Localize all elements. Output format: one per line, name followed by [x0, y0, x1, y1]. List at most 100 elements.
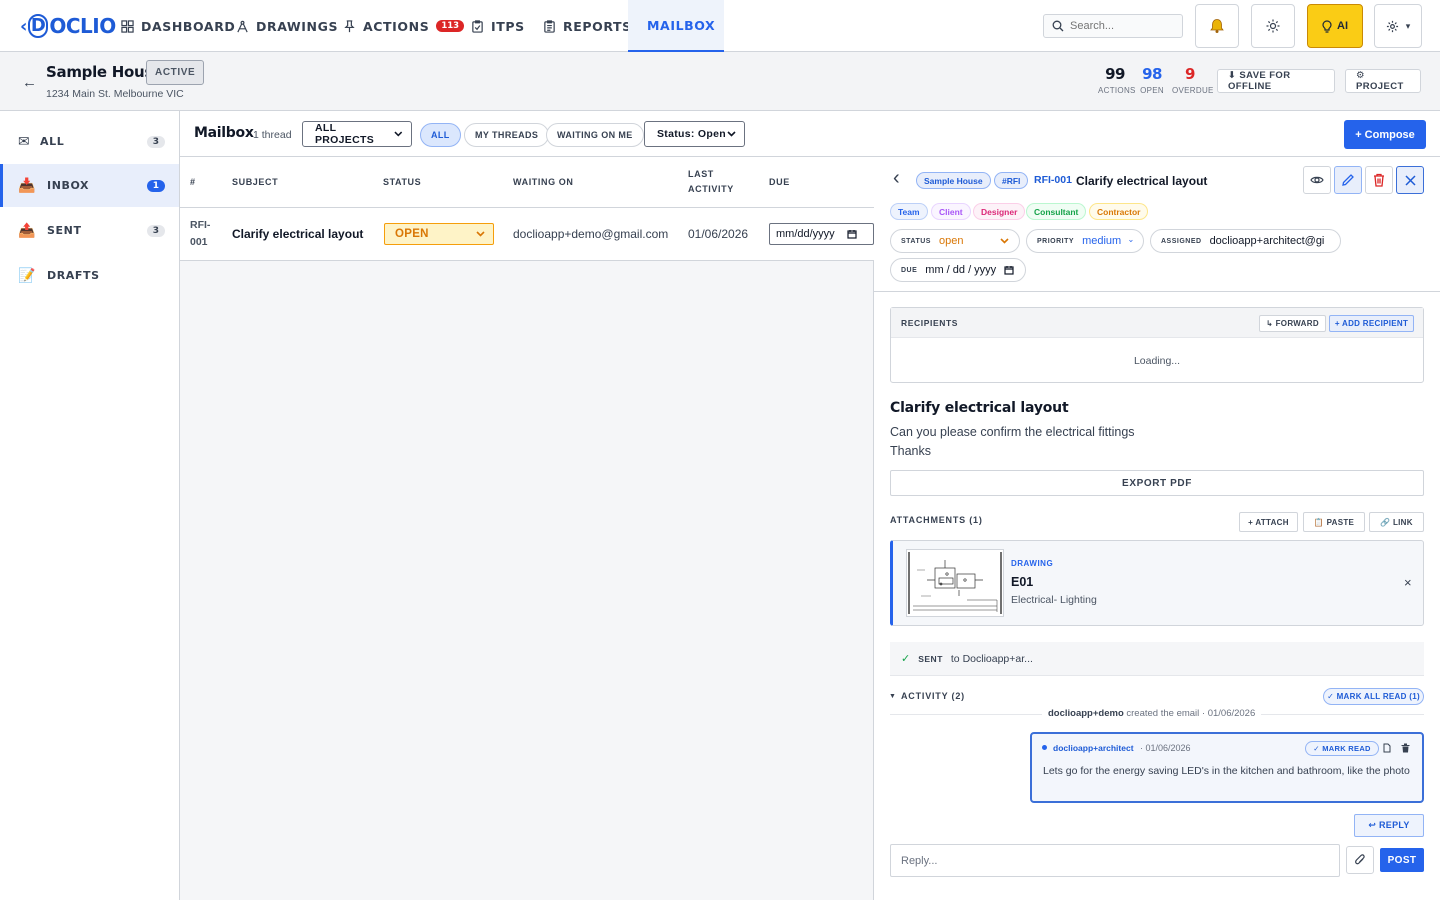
mark-all-read-button[interactable]: ✓ MARK ALL READ (1)	[1323, 688, 1424, 705]
due-field[interactable]: DUE mm / dd / yyyy	[890, 258, 1026, 282]
comment-date: · 01/06/2026	[1140, 743, 1191, 753]
settings-menu-button[interactable]: ▾	[1374, 4, 1422, 48]
filter-pill-all[interactable]: ALL	[420, 123, 461, 147]
search-box[interactable]	[1043, 14, 1183, 38]
nav-drawings[interactable]: DRAWINGS	[236, 0, 338, 52]
assigned-field[interactable]: ASSIGNED doclioapp+architect@gi	[1150, 229, 1341, 253]
col-header-subject[interactable]: SUBJECT	[232, 175, 278, 190]
link-button[interactable]: 🔗 LINK	[1369, 512, 1424, 532]
attachment-card[interactable]: DRAWING E01 Electrical- Lighting ×	[890, 540, 1424, 626]
sidebar-item-inbox[interactable]: 📥 INBOX 1	[0, 164, 179, 207]
reply-input[interactable]: Reply...	[890, 844, 1340, 877]
sent-label: SENT	[918, 653, 943, 664]
save-offline-button[interactable]: ⬇ SAVE FOR OFFLINE	[1217, 69, 1335, 93]
thread-subject[interactable]: Clarify electrical layout	[232, 227, 363, 241]
activity-created-entry: doclioapp+demo created the email · 01/06…	[1042, 708, 1262, 719]
close-button[interactable]	[1396, 166, 1424, 194]
col-header-id: #	[190, 177, 196, 187]
thread-due-value: mm/dd/yyyy	[776, 228, 835, 240]
priority-field[interactable]: PRIORITY medium	[1026, 229, 1144, 253]
sidebar-sent-count: 3	[146, 224, 165, 237]
collapse-triangle-icon[interactable]: ▼	[889, 693, 896, 700]
thread-status-select[interactable]: OPEN	[384, 223, 494, 245]
sidebar-item-inbox-label: INBOX	[47, 179, 90, 192]
notifications-button[interactable]	[1195, 4, 1239, 48]
status-filter-select[interactable]: Status: Open	[644, 121, 745, 147]
compose-button[interactable]: + Compose	[1344, 120, 1426, 149]
stat-overdue[interactable]: 9 OVERDUE	[1172, 65, 1213, 95]
nav-dashboard[interactable]: DASHBOARD	[121, 0, 235, 52]
audience-chip-client[interactable]: Client	[931, 203, 971, 220]
nav-reports[interactable]: REPORTS	[543, 0, 632, 52]
ai-button[interactable]: AI	[1307, 4, 1363, 48]
trash-icon[interactable]	[1401, 743, 1410, 753]
theme-toggle-button[interactable]	[1251, 4, 1295, 48]
activity-label[interactable]: ACTIVITY (2)	[901, 691, 965, 701]
col-header-due[interactable]: DUE	[769, 175, 790, 190]
col-header-status[interactable]: STATUS	[383, 175, 421, 190]
attach-button[interactable]: + ATTACH	[1239, 512, 1298, 532]
audience-chip-team[interactable]: Team	[890, 203, 928, 220]
attach-file-button[interactable]	[1346, 846, 1374, 874]
sidebar-item-sent[interactable]: 📤 SENT 3	[0, 209, 179, 252]
attachment-kind: DRAWING	[1011, 559, 1054, 568]
filter-pill-my-threads[interactable]: MY THREADS	[464, 123, 550, 147]
project-chip[interactable]: Sample House	[916, 172, 991, 189]
col-header-waiting-on[interactable]: WAITING ON	[513, 175, 574, 190]
delete-button[interactable]	[1365, 166, 1393, 194]
watch-button[interactable]	[1303, 166, 1331, 194]
comment-bubble: doclioapp+architect · 01/06/2026 ✓ MARK …	[1030, 732, 1424, 803]
project-filter-select[interactable]: ALL PROJECTS	[302, 121, 412, 147]
nav-actions[interactable]: ACTIONS 113	[343, 0, 465, 52]
back-arrow-icon[interactable]: ←	[22, 74, 37, 91]
project-settings-button[interactable]: ⚙ PROJECT	[1345, 69, 1421, 93]
edit-button[interactable]	[1334, 166, 1362, 194]
stat-open-value: 98	[1142, 65, 1162, 83]
project-header: ← Sample House ACTIVE 1234 Main St. Melb…	[0, 52, 1440, 111]
stat-actions[interactable]: 99 ACTIONS	[1098, 65, 1135, 95]
search-input[interactable]	[1070, 20, 1170, 32]
calendar-icon[interactable]	[1004, 265, 1014, 275]
chevron-left-icon[interactable]: ‹	[893, 167, 900, 190]
sidebar-item-all[interactable]: ✉ ALL 3	[0, 120, 179, 163]
recipients-header: RECIPIENTS ↳ FORWARD + ADD RECIPIENT	[891, 308, 1423, 338]
recipients-loading: Loading...	[1133, 355, 1181, 367]
sidebar-inbox-count: 1	[146, 179, 165, 192]
sidebar-item-drafts[interactable]: 📝 DRAFTS	[0, 254, 179, 297]
doclio-logo[interactable]: ‹ D OCLIO	[20, 12, 116, 40]
chevron-down-icon	[1129, 239, 1133, 243]
filter-pill-waiting-on-me[interactable]: WAITING ON ME	[546, 123, 644, 147]
export-pdf-button[interactable]: EXPORT PDF	[890, 470, 1424, 496]
remove-attachment-icon[interactable]: ×	[1404, 575, 1412, 590]
reply-button[interactable]: ↩ REPLY	[1354, 814, 1424, 837]
audience-chip-consultant[interactable]: Consultant	[1026, 203, 1087, 220]
due-field-label: DUE	[901, 266, 918, 274]
thread-due-date-input[interactable]: mm/dd/yyyy	[769, 223, 874, 245]
message-body-line-1: Can you please confirm the electrical fi…	[890, 425, 1135, 439]
add-recipient-button[interactable]: + ADD RECIPIENT	[1329, 315, 1414, 332]
post-button[interactable]: POST	[1380, 848, 1424, 872]
mark-read-button[interactable]: ✓ MARK READ	[1305, 741, 1379, 756]
nav-mailbox[interactable]: MAILBOX	[628, 0, 724, 52]
attachments-label: ATTACHMENTS (1)	[890, 515, 983, 525]
outbox-tray-icon: 📤	[18, 222, 37, 239]
paste-button[interactable]: 📋 PASTE	[1303, 512, 1365, 532]
reply-placeholder: Reply...	[901, 854, 938, 867]
thread-id: RFI- 001	[190, 217, 210, 251]
project-address: 1234 Main St. Melbourne VIC	[46, 88, 184, 100]
nav-dashboard-label: DASHBOARD	[141, 18, 236, 34]
thread-detail-pane: ‹ Sample House #RFI RFI-001 Clarify elec…	[874, 157, 1440, 900]
calendar-icon[interactable]	[847, 229, 857, 239]
col-header-last-activity[interactable]: LAST ACTIVITY	[688, 167, 738, 197]
audience-chip-contractor[interactable]: Contractor	[1089, 203, 1149, 220]
stat-open[interactable]: 98 OPEN	[1140, 65, 1164, 95]
copy-icon[interactable]	[1382, 743, 1391, 753]
chevron-down-icon	[727, 131, 736, 137]
nav-itps[interactable]: ITPS	[471, 0, 525, 52]
status-field[interactable]: STATUS open	[890, 229, 1020, 253]
drawing-thumbnail[interactable]	[906, 549, 1004, 617]
forward-button[interactable]: ↳ FORWARD	[1259, 315, 1326, 332]
status-field-label: STATUS	[901, 237, 931, 245]
audience-chip-designer[interactable]: Designer	[973, 203, 1026, 220]
table-row[interactable]: RFI- 001 Clarify electrical layout OPEN …	[180, 208, 874, 261]
